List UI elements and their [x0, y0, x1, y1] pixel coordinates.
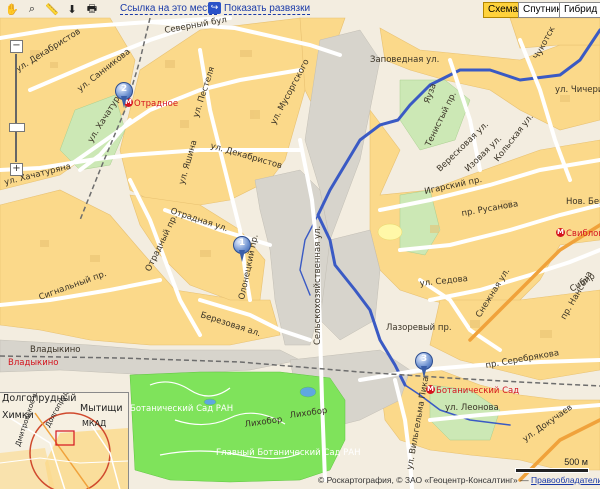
- botanical-garden: [129, 371, 346, 483]
- copyright-link[interactable]: Правообладатели: [531, 475, 600, 485]
- metro-sviblovo-label: Свиблов: [566, 229, 600, 239]
- scale-bar: 500 м: [510, 457, 590, 473]
- map-toolbar: ✋ ⌕ 📏 ⬇ 🖶 Ссылка на это место ↪ Показать…: [0, 0, 600, 18]
- ruler-icon[interactable]: 📏: [44, 2, 60, 16]
- place-marker-icon[interactable]: ⬇: [64, 2, 80, 16]
- copyright-text: © Роскартография, © ЗАО «Геоцентр-Консал…: [318, 475, 531, 485]
- route-icon: ↪: [208, 2, 221, 14]
- marker-number: 1: [238, 238, 246, 248]
- label-garden-ran: Ботанический Сад РАН: [130, 404, 233, 414]
- area-vladykino: Владыкино: [30, 345, 80, 355]
- marker-pin: [239, 250, 245, 262]
- copyright-notice: © Роскартография, © ЗАО «Геоцентр-Консал…: [318, 475, 600, 485]
- overview-label-mkad: МКАД: [82, 419, 107, 428]
- maptype-hybrid-button[interactable]: Гибрид: [559, 2, 600, 18]
- street-selskohoz: Сельскохозяйственная ул.: [313, 226, 323, 345]
- scale-label: 500 м: [564, 457, 588, 467]
- marker-pin: [421, 366, 427, 378]
- metro-botanichesky-label: Ботанический Сад: [436, 386, 519, 396]
- metro-vladykino-label: Владыкино: [8, 358, 58, 368]
- zoom-out-button[interactable]: −: [10, 40, 23, 53]
- map-marker-1[interactable]: 1: [233, 236, 251, 262]
- map-view[interactable]: Северный бул ул. Декабристов ул. Саннико…: [0, 0, 600, 489]
- map-marker-3[interactable]: 3: [415, 352, 433, 378]
- metro-sviblovo-icon[interactable]: M: [556, 228, 565, 237]
- street-nov-berezh: Нов. Бер: [566, 197, 600, 207]
- print-icon[interactable]: 🖶: [84, 2, 100, 16]
- metro-otradnoe-label: Отрадное: [134, 99, 178, 109]
- marker-number: 3: [420, 354, 428, 364]
- zoom-region-icon[interactable]: ⌕: [24, 2, 40, 16]
- overview-label-mytishchi: Мытищи: [80, 403, 123, 414]
- show-junctions-link[interactable]: Показать развязки: [224, 3, 311, 15]
- scale-line: [515, 468, 589, 473]
- overview-minimap[interactable]: Долгопрудный Мытищи Химки МКАД Дмитровск…: [0, 392, 129, 489]
- link-to-place[interactable]: Ссылка на это место: [120, 3, 218, 15]
- zoom-slider-handle[interactable]: [9, 123, 25, 132]
- zoom-slider-track[interactable]: [15, 54, 17, 162]
- street-leonova: ул. Леонова: [445, 403, 499, 413]
- street-zapovednaya: Заповедная ул.: [370, 55, 439, 65]
- marker-number: 2: [120, 84, 128, 94]
- street-chicherina: ул. Чичерин: [555, 85, 600, 95]
- label-garden-main: Главный Ботанический Сад РАН: [216, 448, 360, 458]
- zoom-in-button[interactable]: +: [10, 163, 23, 176]
- street-lazorevy: Лазоревый пр.: [386, 323, 452, 333]
- metro-botanichesky-icon[interactable]: M: [426, 385, 435, 394]
- hand-pan-icon[interactable]: ✋: [4, 2, 20, 16]
- marker-pin: [121, 96, 127, 108]
- map-marker-2[interactable]: 2: [115, 82, 133, 108]
